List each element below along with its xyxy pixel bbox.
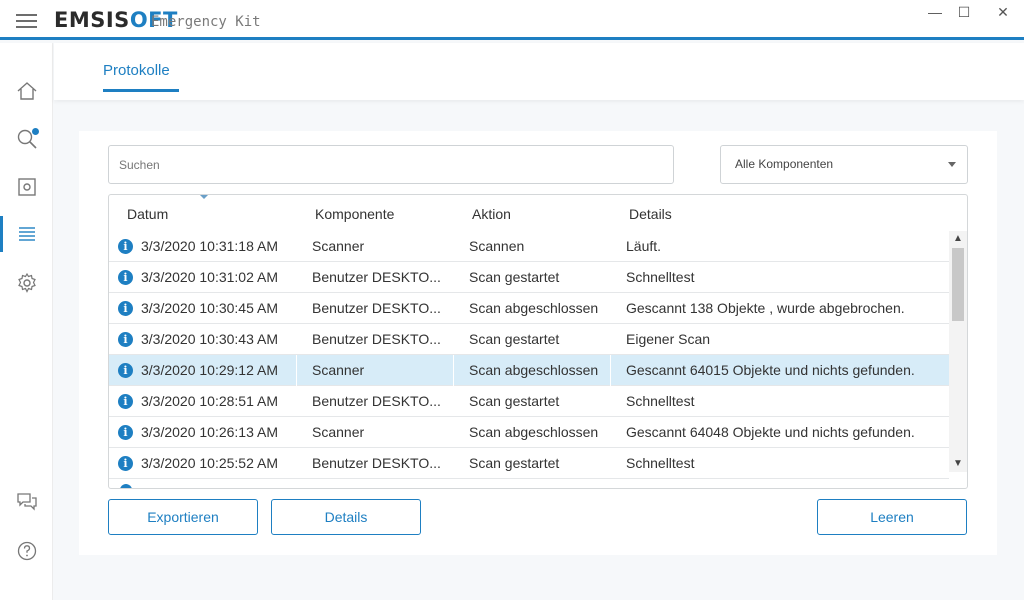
cell-action: Scan gestartet bbox=[469, 455, 560, 471]
scroll-down-icon[interactable]: ▼ bbox=[949, 456, 967, 472]
column-header-action[interactable]: Aktion bbox=[472, 206, 511, 222]
cell-date: 3/3/2020 10:28:51 AM bbox=[141, 393, 278, 409]
cell-details: Schnelltest bbox=[626, 393, 695, 409]
scrollbar-thumb[interactable] bbox=[952, 248, 964, 321]
cell-action: Scan gestartet bbox=[469, 269, 560, 285]
clear-button[interactable]: Leeren bbox=[817, 499, 967, 535]
maximize-button[interactable]: ☐ bbox=[949, 2, 979, 24]
chevron-down-icon bbox=[948, 162, 956, 167]
cell-action: Scannen bbox=[469, 238, 525, 254]
tab-protokolle[interactable]: Protokolle bbox=[103, 62, 179, 92]
cell-action: Scan abgeschlossen bbox=[469, 424, 599, 440]
sort-indicator-icon bbox=[200, 195, 208, 199]
sidebar-item-scan[interactable] bbox=[0, 121, 53, 157]
cell-details: Eigener Scan bbox=[626, 331, 711, 347]
cell-component: Scanner bbox=[312, 424, 365, 440]
info-icon: i bbox=[118, 239, 133, 254]
cell-component: Scanner bbox=[312, 238, 365, 254]
info-icon: i bbox=[118, 270, 133, 285]
sidebar-item-help[interactable] bbox=[0, 533, 53, 569]
chat-icon bbox=[16, 493, 37, 511]
cell-action: Scan gestartet bbox=[469, 393, 560, 409]
cell-details: Gescannt 64015 Objekte und nichts gefund… bbox=[626, 362, 915, 378]
column-header-date[interactable]: Datum bbox=[127, 206, 168, 222]
cell-component: Benutzer DESKTO... bbox=[312, 269, 441, 285]
column-header-details[interactable]: Details bbox=[629, 206, 672, 222]
table-header: Datum Komponente Aktion Details bbox=[109, 195, 967, 231]
cell-action: Scan abgeschlossen bbox=[469, 362, 599, 378]
cell-component: Benutzer DESKTO... bbox=[312, 331, 441, 347]
cell-date: 3/3/2020 10:30:43 AM bbox=[141, 331, 278, 347]
details-button[interactable]: Details bbox=[271, 499, 421, 535]
table-row[interactable]: i 3/3/2020 10:28:51 AM Benutzer DESKTO... S… bbox=[109, 386, 949, 417]
cell-date: 3/3/2020 10:29:12 AM bbox=[141, 362, 278, 378]
list-icon bbox=[19, 227, 35, 241]
table-row[interactable]: i 3/3/2020 10:26:13 AM Scanner Scan abgesch… bbox=[109, 417, 949, 448]
table-row[interactable]: i 3/3/2020 10:25:52 AM Benutzer DESKTO... S… bbox=[109, 448, 949, 479]
table-row[interactable]: i 3/3/2020 10:30:43 AM Benutzer DESKTO... S… bbox=[109, 324, 949, 355]
app-subtitle: Emergency Kit bbox=[151, 14, 261, 30]
info-icon: i bbox=[118, 301, 133, 316]
sidebar-item-home[interactable] bbox=[0, 73, 53, 109]
cell-component: Benutzer DESKTO... bbox=[312, 300, 441, 316]
info-icon: i bbox=[118, 332, 133, 347]
cell-component: Scanner bbox=[312, 362, 365, 378]
search-input[interactable] bbox=[108, 145, 674, 184]
cell-date: 3/3/2020 10:31:02 AM bbox=[141, 269, 278, 285]
home-icon bbox=[17, 82, 36, 100]
table-scrollbar[interactable]: ▲ ▼ bbox=[949, 231, 967, 472]
quarantine-icon bbox=[17, 178, 36, 196]
sidebar-item-settings[interactable] bbox=[0, 265, 53, 301]
export-button[interactable]: Exportieren bbox=[108, 499, 258, 535]
info-icon: i bbox=[118, 456, 133, 471]
info-icon: i bbox=[118, 363, 133, 378]
info-icon: i bbox=[118, 425, 133, 440]
logs-table: Datum Komponente Aktion Details i 3/3/202… bbox=[108, 194, 968, 489]
logs-card: Alle Komponenten Datum Komponente Aktion… bbox=[79, 131, 997, 555]
info-icon: i bbox=[118, 394, 133, 409]
title-bar: EMSISOFT Emergency Kit — ☐ ✕ bbox=[0, 0, 1024, 40]
cell-date: 3/3/2020 10:30:45 AM bbox=[141, 300, 278, 316]
cell-details: Schnelltest bbox=[626, 455, 695, 471]
component-select-value: Alle Komponenten bbox=[735, 157, 834, 171]
column-separator bbox=[610, 355, 611, 386]
page-header: Protokolle bbox=[54, 43, 1024, 100]
sidebar-item-logs[interactable] bbox=[0, 216, 53, 252]
minimize-button[interactable]: — bbox=[920, 2, 950, 24]
table-body: i 3/3/2020 10:31:18 AM Scanner Scannen Läuft… bbox=[109, 231, 949, 488]
hamburger-menu-icon[interactable] bbox=[16, 14, 37, 28]
close-button[interactable]: ✕ bbox=[988, 2, 1018, 24]
table-row[interactable]: i 3/3/2020 10:29:12 AM Scanner Scan abgesch… bbox=[109, 355, 949, 386]
column-header-component[interactable]: Komponente bbox=[315, 206, 394, 222]
gear-icon bbox=[17, 272, 36, 293]
column-separator bbox=[453, 355, 454, 386]
sidebar-item-quarantine[interactable] bbox=[0, 169, 53, 205]
cell-action: Scan gestartet bbox=[469, 331, 560, 347]
info-icon bbox=[120, 484, 132, 488]
scroll-up-icon[interactable]: ▲ bbox=[949, 231, 967, 247]
cell-details: Schnelltest bbox=[626, 269, 695, 285]
scan-badge-dot bbox=[32, 128, 39, 135]
help-icon bbox=[17, 541, 36, 561]
cell-details: Gescannt 64048 Objekte und nichts gefund… bbox=[626, 424, 915, 440]
sidebar bbox=[0, 43, 53, 600]
cell-date: 3/3/2020 10:26:13 AM bbox=[141, 424, 278, 440]
logo-part-a: EMSIS bbox=[54, 8, 130, 32]
table-row[interactable]: i 3/3/2020 10:30:45 AM Benutzer DESKTO... S… bbox=[109, 293, 949, 324]
cell-date: 3/3/2020 10:31:18 AM bbox=[141, 238, 278, 254]
table-row[interactable]: i 3/3/2020 10:31:18 AM Scanner Scannen Läuft… bbox=[109, 231, 949, 262]
cell-details: Läuft. bbox=[626, 238, 662, 254]
table-row[interactable]: i 3/3/2020 10:31:02 AM Benutzer DESKTO... S… bbox=[109, 262, 949, 293]
component-select[interactable]: Alle Komponenten bbox=[720, 145, 968, 184]
cell-date: 3/3/2020 10:25:52 AM bbox=[141, 455, 278, 471]
cell-details: Gescannt 138 Objekte , wurde abgebrochen… bbox=[626, 300, 905, 316]
column-separator bbox=[296, 355, 297, 386]
sidebar-item-feedback[interactable] bbox=[0, 484, 53, 520]
emsisoft-window: EMSISOFT Emergency Kit — ☐ ✕ Protokolle … bbox=[0, 0, 1024, 600]
cell-action: Scan abgeschlossen bbox=[469, 300, 599, 316]
cell-component: Benutzer DESKTO... bbox=[312, 393, 441, 409]
cell-component: Benutzer DESKTO... bbox=[312, 455, 441, 471]
